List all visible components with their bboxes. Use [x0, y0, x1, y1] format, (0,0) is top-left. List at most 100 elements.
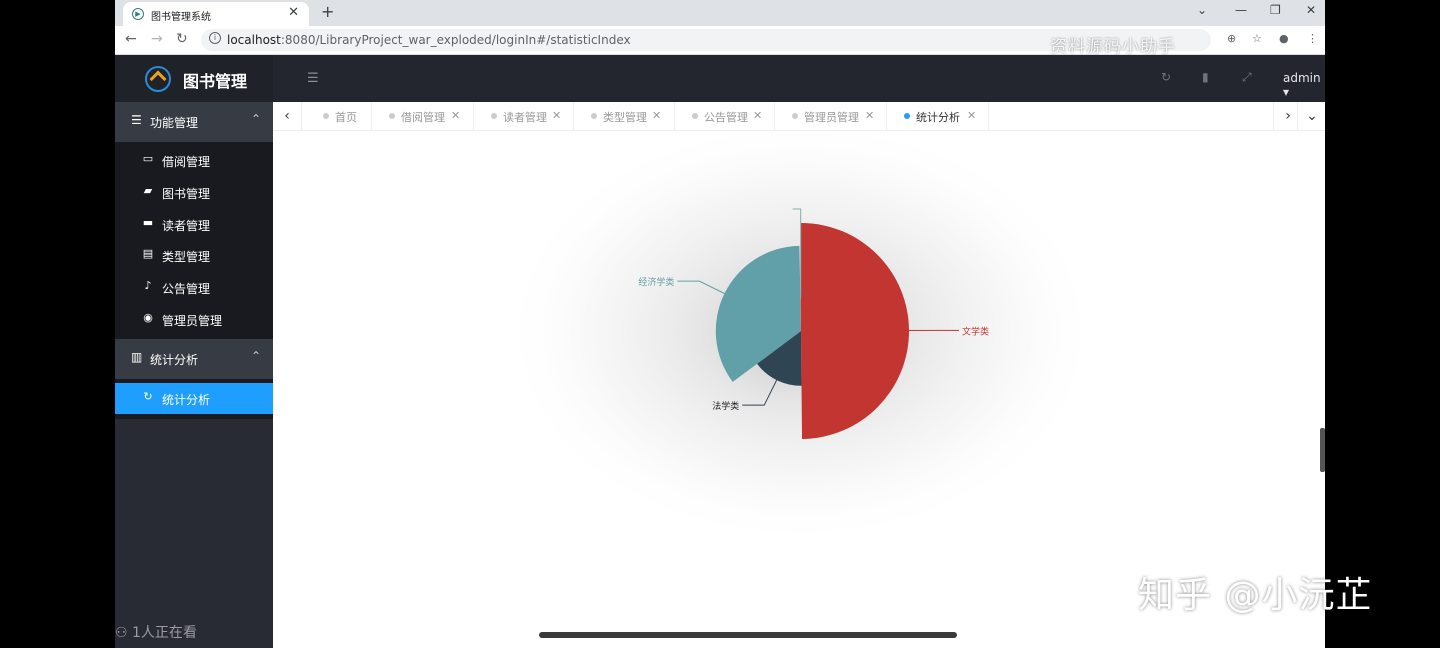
- site-info-icon[interactable]: i: [209, 32, 221, 44]
- page-tabs: ‹ 首页 借阅管理 ✕ 读者管理 ✕ 类型管理 ✕ 公告管理 ✕ 管理员管理 ✕…: [273, 102, 1325, 131]
- sidebar-group-label: 功能管理: [150, 116, 199, 130]
- tab-label: 读者管理: [503, 111, 547, 124]
- sidebar-item-books[interactable]: ▰ 图书管理: [115, 177, 273, 208]
- tab-dot: [323, 113, 329, 119]
- sidebar-item-notices[interactable]: ♪ 公告管理: [115, 272, 273, 303]
- tab-notices[interactable]: 公告管理 ✕: [674, 102, 775, 130]
- sidebar-submenu-statistics: ↻ 统计分析: [115, 379, 273, 419]
- sidebar-item-borrow[interactable]: ▭ 借阅管理: [115, 145, 273, 176]
- tab-dot: [591, 113, 597, 119]
- sidebar-item-label: 读者管理: [162, 219, 211, 233]
- tab-types[interactable]: 类型管理 ✕: [573, 102, 675, 130]
- tab-label: 类型管理: [603, 111, 647, 124]
- tab-close-icon[interactable]: ✕: [652, 109, 661, 122]
- tab-home[interactable]: 首页: [305, 102, 372, 130]
- tab-close-icon[interactable]: ✕: [552, 109, 561, 122]
- tab-label: 统计分析: [916, 111, 960, 124]
- list-icon: ☰: [131, 113, 142, 127]
- slice-label-2: 经济学类: [638, 276, 674, 288]
- sidebar: ☰ 功能管理 ⌃ ▭ 借阅管理 ▰ 图书管理 ▬ 读者管理 ▤ 类型管理 ♪ 公…: [115, 102, 273, 648]
- minimize-icon[interactable]: —: [1235, 3, 1247, 17]
- tab-close-icon[interactable]: ✕: [865, 109, 874, 122]
- restore-icon[interactable]: ❐: [1270, 3, 1281, 17]
- browser-tab[interactable]: ▶ 图书管理系统 ✕: [123, 2, 309, 26]
- tab-dot: [904, 113, 910, 119]
- tab-readers[interactable]: 读者管理 ✕: [473, 102, 574, 130]
- sidebar-submenu-function: ▭ 借阅管理 ▰ 图书管理 ▬ 读者管理 ▤ 类型管理 ♪ 公告管理 ◉ 管理员…: [115, 142, 273, 339]
- close-window-icon[interactable]: ✕: [1306, 3, 1316, 17]
- chevron-up-icon: ⌃: [250, 112, 261, 126]
- tab-label: 首页: [335, 111, 357, 124]
- user-menu[interactable]: admin ▾: [1283, 71, 1325, 99]
- close-tab-icon[interactable]: ✕: [288, 5, 299, 20]
- sidebar-item-label: 管理员管理: [162, 314, 223, 328]
- tab-admins[interactable]: 管理员管理 ✕: [774, 102, 887, 130]
- tabs-scroll-left-icon[interactable]: ‹: [273, 102, 302, 130]
- viewer-count: ⚇ 1人正在看: [115, 622, 197, 642]
- reload-icon[interactable]: ↻: [176, 31, 188, 47]
- logo: 图书管理: [115, 55, 273, 102]
- tab-dot: [491, 113, 497, 119]
- tab-search-icon[interactable]: ⌄: [1197, 3, 1207, 17]
- logo-text: 图书管理: [183, 72, 248, 91]
- sidebar-group-function[interactable]: ☰ 功能管理 ⌃: [115, 102, 273, 142]
- new-tab-icon[interactable]: +: [321, 2, 334, 21]
- sidebar-item-types[interactable]: ▤ 类型管理: [115, 240, 273, 271]
- sidebar-group-label: 统计分析: [150, 353, 199, 367]
- people-icon: ⚇: [115, 625, 128, 641]
- translate-icon[interactable]: ⊕: [1227, 32, 1236, 45]
- bar-chart-icon: ▥: [131, 350, 143, 364]
- user-circle-icon: ◉: [143, 311, 153, 324]
- profile-icon[interactable]: ●: [1279, 32, 1289, 45]
- tab-close-icon[interactable]: ✕: [753, 109, 762, 122]
- sidebar-item-readers[interactable]: ▬ 读者管理: [115, 209, 273, 240]
- logo-icon: [145, 66, 171, 92]
- bookmark-icon[interactable]: ☆: [1252, 32, 1262, 45]
- app-header: 图书管理 ☰ ↻ ▮ ⤢ admin ▾: [115, 55, 1325, 102]
- refresh-circle-icon: ↻: [143, 390, 153, 403]
- watermark-bottom: 知乎 @小沅芷: [1138, 575, 1373, 616]
- back-icon[interactable]: ←: [125, 31, 137, 47]
- sidebar-item-label: 类型管理: [162, 250, 211, 264]
- tab-borrow[interactable]: 借阅管理 ✕: [371, 102, 474, 130]
- sidebar-item-label: 借阅管理: [162, 155, 211, 169]
- tab-dot: [692, 113, 698, 119]
- forward-icon[interactable]: →: [151, 31, 163, 47]
- home-indicator: [539, 632, 957, 638]
- slice-label-0: 文学类: [962, 325, 989, 337]
- bell-icon: ♪: [144, 279, 152, 292]
- tab-close-icon[interactable]: ✕: [451, 109, 460, 122]
- tab-label: 公告管理: [704, 111, 748, 124]
- url-text: localhost:8080/LibraryProject_war_explod…: [227, 33, 631, 47]
- tab-statistics[interactable]: 统计分析 ✕: [886, 102, 989, 130]
- fullscreen-icon[interactable]: ⤢: [1242, 70, 1252, 85]
- book-icon: ▰: [143, 184, 153, 197]
- screen: ▶ 图书管理系统 ✕ + ⌄ — ❐ ✕ ← → ↻ i localhost:8…: [115, 0, 1325, 648]
- tab-label: 管理员管理: [804, 111, 859, 124]
- sidebar-group-statistics[interactable]: ▥ 统计分析 ⌃: [115, 339, 273, 379]
- watermark-top: 资料源码小助手: [1050, 37, 1176, 57]
- tab-label: 借阅管理: [401, 111, 445, 124]
- browser-tab-strip: ▶ 图书管理系统 ✕ + ⌄ — ❐ ✕: [115, 0, 1325, 26]
- sidebar-item-label: 公告管理: [162, 282, 211, 296]
- favicon-icon: ▶: [132, 8, 144, 20]
- viewer-count-text: 1人正在看: [132, 625, 197, 641]
- sidebar-item-statistics[interactable]: ↻ 统计分析: [115, 383, 273, 414]
- card-icon: ▬: [142, 216, 154, 229]
- slice-label-1: 法学类: [712, 400, 739, 412]
- sidebar-item-label: 图书管理: [162, 187, 211, 201]
- window-icon: ▭: [142, 152, 154, 165]
- tabs-dropdown-icon[interactable]: ⌄: [1297, 102, 1325, 130]
- tab-dot: [389, 113, 395, 119]
- document-icon: ▤: [142, 247, 154, 260]
- sidebar-item-admins[interactable]: ◉ 管理员管理: [115, 304, 273, 335]
- clear-cache-icon[interactable]: ▮: [1202, 70, 1209, 84]
- menu-toggle-icon[interactable]: ☰: [307, 71, 319, 86]
- refresh-icon[interactable]: ↻: [1161, 70, 1171, 84]
- tab-dot: [792, 113, 798, 119]
- tab-close-icon[interactable]: ✕: [967, 109, 976, 122]
- menu-icon[interactable]: ⋮: [1307, 32, 1318, 45]
- scroll-handle[interactable]: [1320, 428, 1325, 472]
- browser-tab-title: 图书管理系统: [151, 12, 211, 23]
- chevron-up-icon: ⌃: [250, 349, 261, 363]
